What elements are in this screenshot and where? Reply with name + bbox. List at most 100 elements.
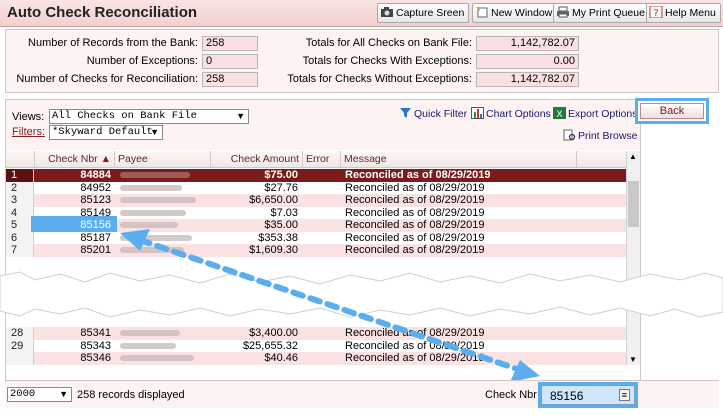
row-number: 4 [6,206,34,219]
chevron-down-icon: ▼ [236,111,245,121]
exceptions-label: Number of Exceptions: [86,55,198,67]
totals-all-label: Totals for All Checks on Bank File: [305,37,472,49]
chart-options-label: Chart Options [486,108,551,120]
excel-icon: X [553,107,566,119]
table-row[interactable]: 3 85123 $6,650.00 Reconciled as of 08/29… [6,194,626,207]
filters-select[interactable]: *Skyward Default ▼ [49,125,163,140]
totals-without-value: 1,142,782.07 [476,72,579,87]
check-nbr-cell: 85341 [80,327,111,339]
message-cell: Reconciled as of 08/29/2019 [345,169,491,181]
table-row[interactable]: 5 85156 $35.00 Reconciled as of 08/29/20… [6,216,626,234]
exceptions-value: 0 [202,54,258,69]
print-queue-button[interactable]: My Print Queue [553,3,650,23]
row-number: 28 [6,327,34,340]
message-cell: Reconciled as of 08/29/2019 [345,244,485,256]
checks-recon-label: Number of Checks for Reconciliation: [16,73,198,85]
payee-cell-redacted [116,244,208,257]
column-header-check-nbr-label: Check Nbr [48,153,98,165]
column-header-check-nbr[interactable]: Check Nbr ▲ [34,151,114,168]
new-window-button[interactable]: New Window [472,3,558,23]
row-number: 1 [6,169,34,182]
records-from-bank-label: Number of Records from the Bank: [28,37,198,49]
payee-cell-redacted [116,182,208,195]
check-amount-cell: $40.46 [264,352,298,364]
filters-link[interactable]: Filters: [12,126,45,138]
check-amount-cell: $35.00 [264,219,298,231]
row-number [6,352,34,365]
check-amount-cell: $3,400.00 [249,327,298,339]
new-window-label: New Window [491,7,553,19]
scrollbar-thumb[interactable] [628,181,639,227]
table-row[interactable]: 28 85341 $3,400.00 Reconciled as of 08/2… [6,327,626,340]
vertical-scrollbar[interactable]: ▲ ▼ [626,151,640,365]
print-browse-button[interactable]: Print Browse [563,129,638,142]
check-amount-cell: $27.76 [264,181,298,194]
scroll-down-arrow-icon[interactable]: ▼ [629,355,637,364]
check-nbr-label: Check Nbr: [485,389,541,401]
back-button[interactable]: Back [640,103,704,119]
title-bar: Auto Check Reconciliation Capture Sreen … [0,0,723,27]
summary-panel: Number of Records from the Bank: 258 Num… [5,29,719,93]
check-nbr-cell-highlighted: 85156 [31,216,117,234]
table-row[interactable]: 4 85149 $7.03 Reconciled as of 08/29/201… [6,206,626,219]
message-cell: Reconciled as of 08/29/2019 [345,181,485,194]
payee-cell-redacted [116,327,208,340]
totals-with-label: Totals for Checks With Exceptions: [302,55,472,67]
help-icon: ? [649,6,663,18]
column-header-spacer [576,151,626,168]
table-row[interactable]: 29 85343 $25,655.32 Reconciled as of 08/… [6,339,626,353]
grid-footer: 2000 ▼ 258 records displayed Check Nbr: … [5,380,719,408]
check-amount-cell: $75.00 [264,169,298,181]
print-browse-label: Print Browse [578,130,638,142]
table-row[interactable]: 6 85187 $353.38 Reconciled as of 08/29/2… [6,231,626,245]
row-number: 5 [6,219,34,232]
new-window-icon [476,7,488,18]
row-number: 2 [6,181,34,194]
check-amount-cell: $6,650.00 [249,194,298,206]
table-row[interactable]: 1 84884 $75.00 Reconciled as of 08/29/20… [6,169,626,182]
payee-cell-redacted [116,169,208,182]
check-nbr-input-value: 85156 [550,389,584,403]
capture-screen-label: Capture Sreen [396,7,465,19]
payee-cell-redacted [116,232,208,245]
svg-text:X: X [556,110,562,119]
views-select-value: All Checks on Bank File [52,110,197,122]
svg-text:?: ? [653,8,658,18]
check-nbr-input[interactable]: 85156 ≡ [538,382,638,408]
scroll-up-arrow-icon[interactable]: ▲ [629,152,637,161]
column-header-payee[interactable]: Payee [114,151,210,168]
column-header-message[interactable]: Message [340,151,576,168]
column-header-error[interactable]: Error [302,151,340,168]
column-header-check-amount[interactable]: Check Amount [210,151,302,168]
help-menu-label: Help Menu [665,7,716,19]
export-options-button[interactable]: X Export Options [553,107,637,120]
check-nbr-cell: 85346 [80,352,111,364]
message-cell: Reconciled as of 08/29/2019 [345,339,485,352]
check-nbr-cell: 85149 [80,206,111,219]
page-size-select[interactable]: 2000 ▼ [7,387,72,402]
table-row[interactable]: 85346 $40.46 Reconciled as of 08/29/2019 [6,352,626,365]
table-row[interactable]: 7 85201 $1,609.30 Reconciled as of 08/29… [6,244,626,257]
views-label: Views: [12,111,45,123]
payee-cell-redacted [116,352,208,365]
checks-recon-value: 258 [202,72,258,87]
check-amount-cell: $7.03 [270,206,298,219]
totals-all-value: 1,142,782.07 [476,36,579,51]
views-select[interactable]: All Checks on Bank File ▼ [49,109,249,124]
capture-screen-button[interactable]: Capture Sreen [377,3,470,23]
chart-icon [471,107,484,119]
row-number: 3 [6,194,34,207]
row-number: 6 [6,231,34,244]
message-cell: Reconciled as of 08/29/2019 [345,194,485,206]
message-cell: Reconciled as of 08/29/2019 [345,327,485,339]
records-from-bank-value: 258 [202,36,258,51]
table-row[interactable]: 2 84952 $27.76 Reconciled as of 08/29/20… [6,181,626,195]
chevron-down-icon: ▼ [59,389,68,399]
quick-filter-button[interactable]: Quick Filter [399,107,467,120]
sort-ascending-icon: ▲ [100,153,111,165]
chart-options-button[interactable]: Chart Options [471,107,551,120]
lookup-icon[interactable]: ≡ [618,389,630,401]
payee-cell-redacted [116,340,208,353]
totals-with-value: 0.00 [476,54,579,69]
help-menu-button[interactable]: ? Help Menu [646,3,721,23]
